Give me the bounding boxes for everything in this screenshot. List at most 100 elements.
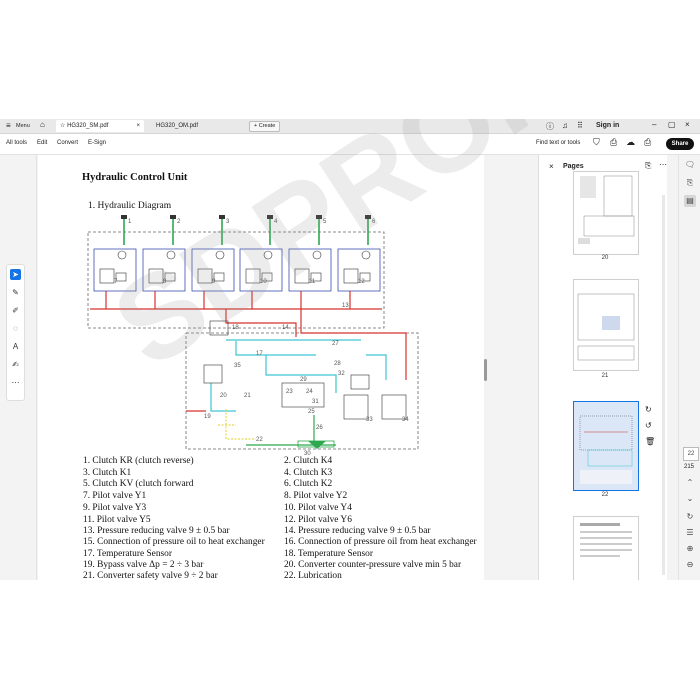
- svg-text:20: 20: [220, 393, 227, 399]
- svg-text:2: 2: [177, 219, 181, 225]
- legend-item: 18. Temperature Sensor: [284, 549, 373, 559]
- print-icon[interactable]: ⎙: [644, 137, 651, 148]
- minimize-icon[interactable]: –: [652, 120, 656, 129]
- svg-text:8: 8: [163, 279, 167, 285]
- svg-text:5: 5: [323, 219, 327, 225]
- pages-panel-scrollbar[interactable]: [662, 195, 665, 575]
- svg-text:19: 19: [204, 414, 211, 420]
- save-icon[interactable]: ⎙: [610, 137, 617, 148]
- scroll-mode-icon[interactable]: ☰: [684, 527, 696, 539]
- legend-item: 15. Connection of pressure oil to heat e…: [83, 537, 265, 547]
- current-page-input[interactable]: 22: [683, 447, 699, 461]
- legend-item: 16. Connection of pressure oil from heat…: [284, 537, 477, 547]
- chevron-up-icon[interactable]: ⌃: [684, 477, 696, 489]
- pages-panel-icon[interactable]: ▤: [684, 195, 696, 207]
- legend-item: 22. Lubrication: [284, 571, 342, 580]
- maximize-icon[interactable]: ▢: [668, 120, 676, 129]
- upload-icon[interactable]: ☁: [626, 137, 635, 148]
- refresh-icon[interactable]: ↻: [684, 511, 696, 523]
- rotate-clockwise-icon[interactable]: ↻: [645, 405, 652, 414]
- comment-icon[interactable]: ✎: [10, 287, 21, 298]
- svg-text:24: 24: [306, 389, 313, 395]
- lasso-icon[interactable]: ◌: [10, 323, 21, 334]
- window-close-icon[interactable]: ×: [685, 120, 690, 129]
- legend-item: 21. Converter safety valve 9 ÷ 2 bar: [83, 571, 218, 580]
- acrobat-ai-icon[interactable]: ⛉: [593, 137, 600, 148]
- page-thumbnail-20[interactable]: [573, 171, 639, 255]
- rotate-counterclockwise-icon[interactable]: ↺: [645, 421, 652, 430]
- close-panel-icon[interactable]: ×: [549, 162, 554, 171]
- menu-label[interactable]: Menu: [16, 123, 30, 129]
- find-text-or-tools-button[interactable]: Find text or tools: [536, 140, 580, 146]
- diagram-labels: 1 2 3 4 5 6 7 8 9 10 11 12 13 14 18 17 2…: [114, 219, 409, 457]
- legend-item: 9. Pilot valve Y3: [83, 503, 147, 513]
- right-tool-rail: 🗨 ⎘ ▤ 22 215 ⌃ ⌄ ↻ ☰ ⊕ ⊖: [678, 155, 700, 580]
- page-thumbnail-image: [578, 175, 635, 244]
- svg-text:11: 11: [309, 279, 316, 285]
- page-number-label: 21: [601, 373, 609, 379]
- lubrication-lines: [210, 339, 387, 412]
- close-icon[interactable]: ×: [136, 120, 140, 132]
- page-thumbnail-image: [580, 523, 632, 557]
- create-button[interactable]: + Create: [249, 121, 281, 132]
- stamp-icon[interactable]: ✍: [10, 359, 21, 370]
- pen-icon[interactable]: ✐: [10, 305, 21, 316]
- zoom-out-icon[interactable]: ⊖: [684, 559, 696, 571]
- legend-item: 5. Clutch KV (clutch forward: [83, 479, 194, 489]
- legend-item: 3. Clutch K1: [83, 468, 132, 478]
- chevron-down-icon[interactable]: ⌄: [684, 493, 696, 505]
- page-thumbnail-21[interactable]: [573, 279, 639, 371]
- pdf-app-window: ≡ Menu ⌂ ☆ HG320_SM.pdf × HG320_OM.pdf +…: [0, 119, 700, 580]
- svg-text:3: 3: [226, 219, 230, 225]
- svg-text:33: 33: [366, 417, 373, 423]
- svg-text:12: 12: [358, 279, 365, 285]
- share-button[interactable]: Share: [666, 138, 694, 150]
- menu-edit[interactable]: Edit: [37, 140, 47, 146]
- svg-text:13: 13: [342, 303, 349, 309]
- page-thumbnail-23[interactable]: [573, 516, 639, 580]
- legend-item: 11. Pilot valve Y5: [83, 515, 151, 525]
- svg-text:10: 10: [260, 279, 267, 285]
- select-cursor-icon[interactable]: ➤: [10, 269, 21, 280]
- tab-hg320-om[interactable]: HG320_OM.pdf: [148, 120, 244, 132]
- star-icon[interactable]: ☆: [60, 123, 65, 129]
- document-scrollbar[interactable]: [484, 359, 487, 381]
- svg-text:23: 23: [286, 389, 293, 395]
- hamburger-icon[interactable]: ≡: [6, 121, 11, 130]
- bell-icon[interactable]: ♫: [562, 121, 568, 130]
- legend-item: 7. Pilot valve Y1: [83, 491, 147, 501]
- menu-esign[interactable]: E-Sign: [88, 140, 106, 146]
- document-scroll-area[interactable]: [484, 155, 528, 580]
- more-options-icon[interactable]: ⋯: [659, 160, 667, 169]
- page-thumbnail-22-selected[interactable]: [573, 401, 639, 491]
- text-box-icon[interactable]: A: [10, 341, 21, 352]
- zoom-in-icon[interactable]: ⊕: [684, 543, 696, 555]
- legend-item: 17. Temperature Sensor: [83, 549, 172, 559]
- svg-text:6: 6: [372, 219, 376, 225]
- legend-item: 10. Pilot valve Y4: [284, 503, 352, 513]
- comment-panel-icon[interactable]: 🗨: [684, 159, 696, 171]
- legend-item: 2. Clutch K4: [284, 456, 333, 466]
- svg-text:32: 32: [338, 371, 345, 377]
- legend-item: 8. Pilot valve Y2: [284, 491, 348, 501]
- page-number-label: 20: [601, 255, 609, 261]
- svg-text:7: 7: [114, 279, 118, 285]
- legend-item: 14. Pressure reducing valve 9 ± 0.5 bar: [284, 526, 431, 536]
- more-tools-icon[interactable]: ⋯: [10, 377, 21, 388]
- clutch-lines: [123, 217, 369, 245]
- home-icon[interactable]: ⌂: [40, 120, 45, 129]
- help-icon[interactable]: ⓘ: [546, 121, 554, 132]
- menu-convert[interactable]: Convert: [57, 140, 78, 146]
- menu-all-tools[interactable]: All tools: [6, 140, 27, 146]
- apps-grid-icon[interactable]: ⠿: [577, 121, 583, 130]
- hydraulic-diagram: 1 2 3 4 5 6 7 8 9 10 11 12 13 14 18 17 2…: [87, 215, 419, 457]
- bookmark-panel-icon[interactable]: ⎘: [684, 177, 696, 189]
- svg-text:29: 29: [300, 377, 307, 383]
- delete-page-icon[interactable]: 🗑: [645, 437, 655, 446]
- lower-control-block-outline: [185, 332, 419, 450]
- page-heading: Hydraulic Control Unit: [82, 172, 188, 183]
- sign-in-button[interactable]: Sign in: [596, 122, 619, 129]
- tab-hg320-sm[interactable]: ☆ HG320_SM.pdf ×: [56, 120, 144, 132]
- insert-page-icon[interactable]: ⎘: [645, 161, 651, 171]
- clutch-caps: [121, 215, 371, 219]
